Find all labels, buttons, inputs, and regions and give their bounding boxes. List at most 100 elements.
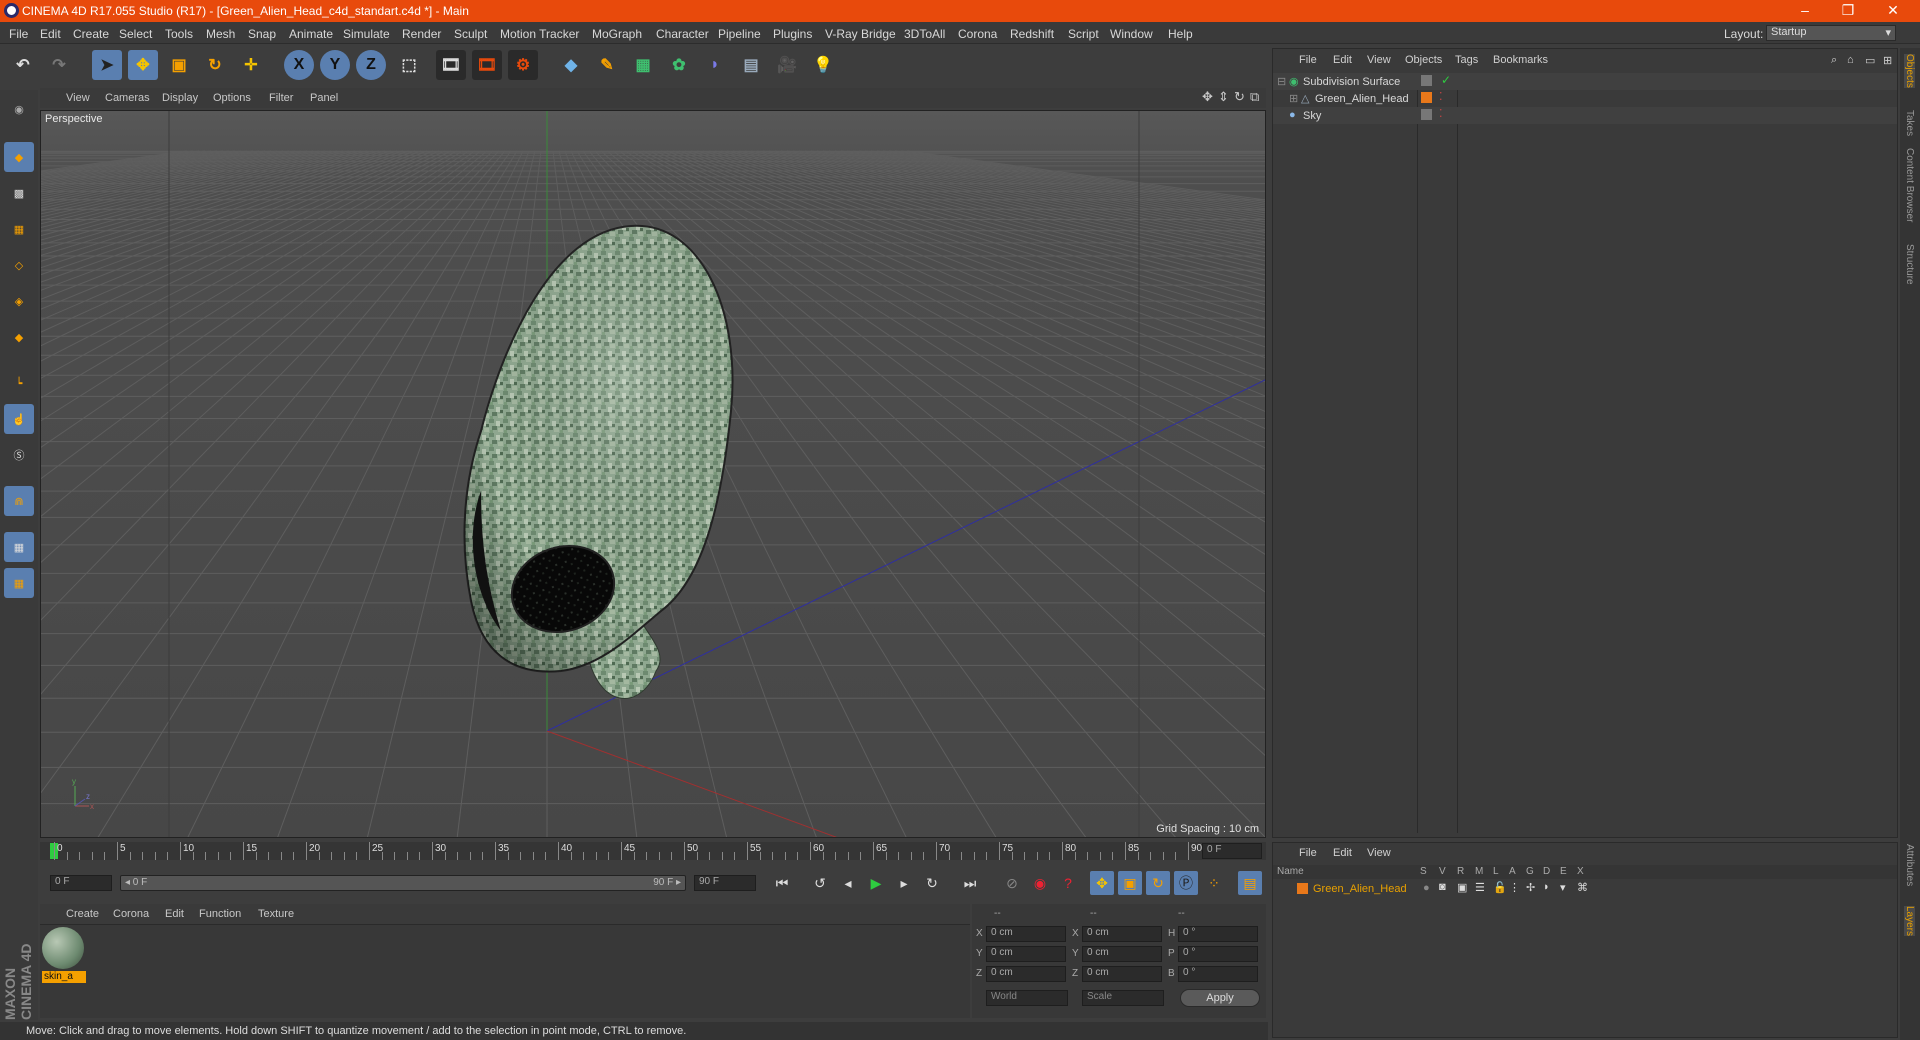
axis-y-button[interactable]: Y	[320, 50, 350, 80]
menu-edit[interactable]: Edit	[40, 27, 61, 41]
home-icon[interactable]: ⌂	[1847, 54, 1854, 66]
minimize-panel-icon[interactable]: ▭	[1865, 54, 1875, 67]
tab-attributes[interactable]: Attributes	[1904, 844, 1915, 886]
close-button[interactable]: ✕	[1878, 2, 1908, 20]
key-scale-icon[interactable]: ▣	[1118, 871, 1142, 895]
planar-workplane-icon[interactable]: ▦	[4, 568, 34, 598]
lm-menu-view[interactable]: View	[1367, 847, 1391, 859]
subdivision-icon[interactable]: ▦	[628, 50, 658, 80]
key-position-icon[interactable]: ✥	[1090, 871, 1114, 895]
layer-row[interactable]: Green_Alien_Head ● ◙ ▣ ☰ 🔓 ⋮ ✢ ◗ ▾ ⌘	[1273, 881, 1897, 897]
viewport-menu-cameras[interactable]: Cameras	[105, 92, 150, 104]
menu-create[interactable]: Create	[73, 27, 109, 41]
coord-rot-b-field[interactable]: 0 °	[1178, 966, 1258, 982]
expand-icon[interactable]: ⊞	[1289, 92, 1298, 105]
object-name[interactable]: Subdivision Surface	[1303, 76, 1400, 88]
mat-menu-create[interactable]: Create	[66, 908, 99, 920]
previous-frame-icon[interactable]: ◂	[836, 871, 860, 895]
viewport-menu-options[interactable]: Options	[213, 92, 251, 104]
select-arrow-icon[interactable]: ➤	[92, 50, 122, 80]
menu-tools[interactable]: Tools	[165, 27, 193, 41]
object-row[interactable]: ● Sky ⁚	[1273, 107, 1897, 124]
menu-plugins[interactable]: Plugins	[773, 27, 812, 41]
axis-x-button[interactable]: X	[284, 50, 314, 80]
menu-animate[interactable]: Animate	[289, 27, 333, 41]
autokey-icon[interactable]: ◉	[1028, 871, 1052, 895]
workplane-icon[interactable]: ▦	[4, 214, 34, 244]
apply-button[interactable]: Apply	[1180, 989, 1260, 1007]
axis-mode-icon[interactable]: ┕	[4, 368, 34, 398]
viewport-nav-move-icon[interactable]: ✥	[1202, 89, 1213, 105]
viewport-menu-view[interactable]: View	[66, 92, 90, 104]
tab-objects[interactable]: Objects	[1904, 54, 1915, 88]
deformer-icon[interactable]: ◗	[1543, 881, 1550, 893]
scale-icon[interactable]: ▣	[164, 50, 194, 80]
tab-structure[interactable]: Structure	[1904, 244, 1915, 285]
deformer-icon[interactable]: ◗	[700, 50, 730, 80]
menu-file[interactable]: File	[9, 27, 28, 41]
tab-layers[interactable]: Layers	[1904, 906, 1915, 937]
menu-script[interactable]: Script	[1068, 27, 1099, 41]
material-name-label[interactable]: skin_a	[42, 971, 86, 983]
viewport-nav-rotate-icon[interactable]: ↻	[1234, 89, 1245, 105]
viewport-menu-filter[interactable]: Filter	[269, 92, 293, 104]
coord-size-y-field[interactable]: 0 cm	[1082, 946, 1162, 962]
add-move-icon[interactable]: ✛	[236, 50, 266, 80]
mat-menu-function[interactable]: Function	[199, 908, 241, 920]
tab-content-browser[interactable]: Content Browser	[1904, 148, 1915, 222]
om-menu-objects[interactable]: Objects	[1405, 54, 1442, 66]
cube-icon[interactable]: ◆	[556, 50, 586, 80]
minimize-button[interactable]: –	[1790, 2, 1820, 20]
floor-icon[interactable]: ▤	[736, 50, 766, 80]
rotate-icon[interactable]: ↻	[200, 50, 230, 80]
menu-corona[interactable]: Corona	[958, 27, 997, 41]
edges-mode-icon[interactable]: ◈	[4, 286, 34, 316]
frame-range-slider[interactable]: ◂ 0 F 90 F ▸	[120, 875, 686, 891]
layer-color-swatch[interactable]	[1421, 92, 1432, 103]
keyframe-selection-icon[interactable]: ?	[1056, 871, 1080, 895]
go-to-start-icon[interactable]: ⏮	[770, 871, 794, 895]
object-name[interactable]: Sky	[1303, 110, 1321, 122]
visibility-toggle[interactable]	[1421, 109, 1432, 120]
visibility-dots-icon[interactable]: ⁚	[1439, 90, 1443, 103]
manager-list-icon[interactable]: ☰	[1475, 881, 1485, 894]
key-rotation-icon[interactable]: ↻	[1146, 871, 1170, 895]
object-row[interactable]: ⊟ ◉ Subdivision Surface ✓	[1273, 73, 1897, 90]
layer-name[interactable]: Green_Alien_Head	[1313, 883, 1407, 895]
mat-menu-texture[interactable]: Texture	[258, 908, 294, 920]
key-pla-icon[interactable]: ⁘	[1202, 871, 1226, 895]
coord-rot-h-field[interactable]: 0 °	[1178, 926, 1258, 942]
render-view-icon[interactable]: 🎞	[436, 50, 466, 80]
om-menu-file[interactable]: File	[1299, 54, 1317, 66]
menu-help[interactable]: Help	[1168, 27, 1193, 41]
next-frame-icon[interactable]: ▸	[892, 871, 916, 895]
render-clapper-icon[interactable]: ▣	[1457, 881, 1467, 894]
coord-space-dropdown[interactable]: World	[986, 990, 1068, 1006]
tweak-mode-icon[interactable]: ☝	[4, 404, 34, 434]
lm-menu-edit[interactable]: Edit	[1333, 847, 1352, 859]
menu-character[interactable]: Character	[656, 27, 709, 41]
points-mode-icon[interactable]: ◇	[4, 250, 34, 280]
om-menu-edit[interactable]: Edit	[1333, 54, 1352, 66]
model-mode-icon[interactable]: ◆	[4, 142, 34, 172]
redo-icon[interactable]: ↷	[44, 50, 74, 80]
coord-size-z-field[interactable]: 0 cm	[1082, 966, 1162, 982]
menu-mesh[interactable]: Mesh	[206, 27, 235, 41]
timeline-ruler[interactable]: 0 5 10 15 20 25 30 35 40 45 50 55 60 65 70 75 80 85 90 0 F	[40, 842, 1266, 860]
object-name[interactable]: Green_Alien_Head	[1315, 93, 1409, 105]
solo-mode-icon[interactable]: Ⓢ	[4, 440, 34, 470]
om-menu-tags[interactable]: Tags	[1455, 54, 1478, 66]
render-picture-viewer-icon[interactable]: 🎞	[472, 50, 502, 80]
polygons-mode-icon[interactable]: ◆	[4, 322, 34, 352]
coord-size-x-field[interactable]: 0 cm	[1082, 926, 1162, 942]
coord-pos-x-field[interactable]: 0 cm	[986, 926, 1066, 942]
tab-takes[interactable]: Takes	[1904, 110, 1915, 136]
eye-icon[interactable]: ◙	[1439, 881, 1446, 893]
mograph-cloner-icon[interactable]: ✿	[664, 50, 694, 80]
visibility-dots-icon[interactable]: ⁚	[1439, 107, 1443, 120]
menu-motion-tracker[interactable]: Motion Tracker	[500, 27, 579, 41]
previous-key-icon[interactable]: ↺	[808, 871, 832, 895]
go-to-end-icon[interactable]: ⏭	[958, 871, 982, 895]
light-icon[interactable]: 💡	[808, 50, 838, 80]
visibility-toggle[interactable]	[1421, 75, 1432, 86]
